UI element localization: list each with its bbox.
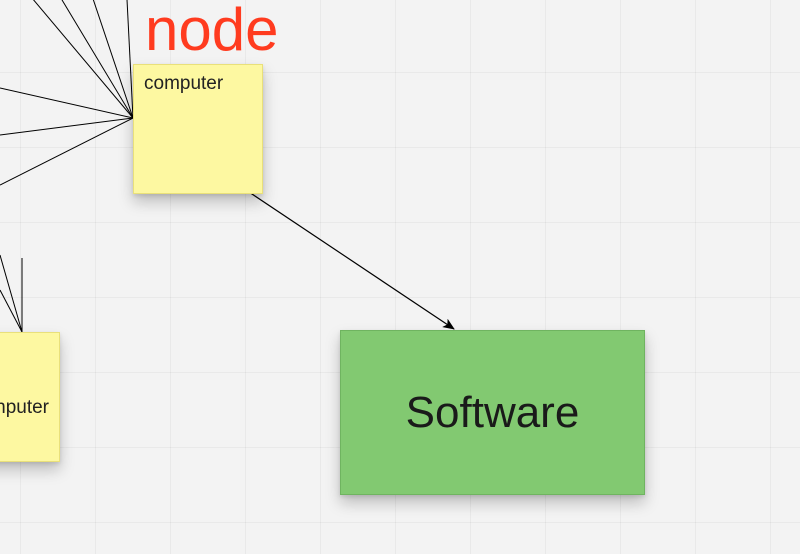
annotation-node-text: node: [145, 0, 278, 60]
edge-line: [0, 255, 22, 332]
node-software[interactable]: Software: [340, 330, 645, 495]
diagram-canvas[interactable]: computer nputer Software node: [0, 0, 800, 554]
edge-line: [0, 88, 133, 118]
edge-arrow: [246, 190, 454, 329]
node-label: nputer: [0, 397, 49, 419]
node-label: computer: [144, 73, 223, 95]
edge-line: [0, 290, 22, 332]
edge-line: [38, 0, 133, 118]
edge-line: [80, 0, 133, 118]
edge-line: [0, 118, 133, 185]
edge-line: [0, 118, 133, 135]
edge-line: [0, 0, 133, 118]
node-computer-top[interactable]: computer: [133, 64, 263, 194]
edge-line: [125, 0, 133, 118]
node-computer-bottom[interactable]: nputer: [0, 332, 60, 462]
node-label: Software: [406, 388, 580, 438]
